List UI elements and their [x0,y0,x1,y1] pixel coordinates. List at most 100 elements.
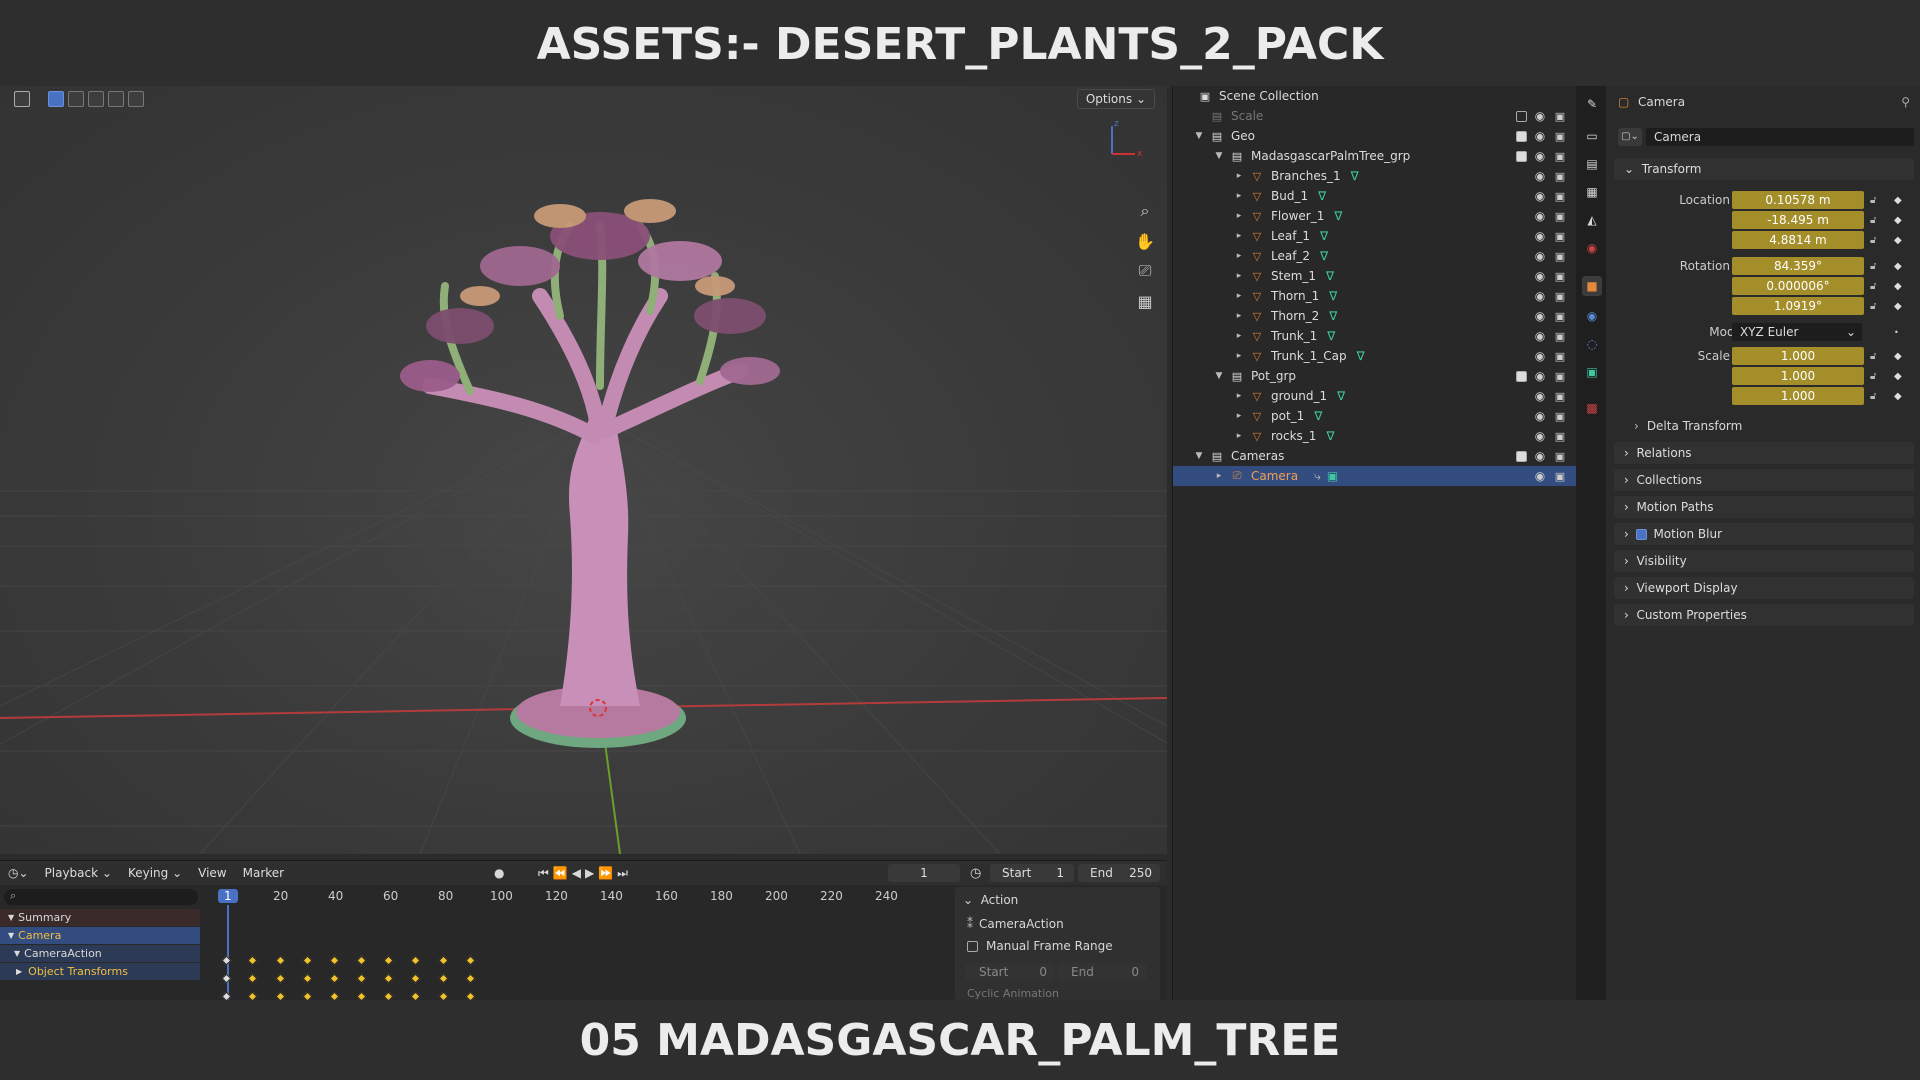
custom-properties-panel-header[interactable]: › Custom Properties [1614,604,1914,626]
expand-toggle-icon[interactable]: ▼ [1193,451,1205,461]
lock-icon[interactable]: 🔓︎ [1870,261,1876,272]
motion-paths-panel-header[interactable]: › Motion Paths [1614,496,1914,518]
mesh-data-icon[interactable]: ∇ [1351,169,1359,183]
outliner-row-camera[interactable]: ▸ ⎚ Camera ⤷ ▣ ◉ ▣ [1173,466,1577,486]
keyframe-diamond[interactable] [302,955,313,966]
mesh-data-icon[interactable]: ∇ [1326,269,1334,283]
keyframe-diamond-icon[interactable]: ◆ [1894,281,1902,292]
select-box-icon[interactable] [48,91,64,107]
render-camera-icon[interactable]: ▣ [1553,130,1567,143]
view-menu[interactable]: View [190,866,234,880]
visibility-panel-header[interactable]: › Visibility [1614,550,1914,572]
mesh-data-icon[interactable]: ∇ [1337,389,1345,403]
action-name-row[interactable]: ⁑ CameraAction [967,917,1064,931]
record-icon[interactable]: ● [494,866,504,880]
mesh-data-icon[interactable]: ∇ [1357,349,1365,363]
action-end-field[interactable]: End 0 [1057,963,1147,981]
render-camera-icon[interactable]: ▣ [1553,250,1567,263]
channel-search-input[interactable]: ⌕ [4,889,198,905]
select-intersect-icon[interactable] [128,91,144,107]
keyframe-diamond-icon[interactable]: ◆ [1894,351,1902,362]
keyframe-diamond-icon[interactable]: ◆ [1894,195,1902,206]
action-link-icon[interactable]: ⤷ [1314,469,1321,484]
object-data-tab-icon[interactable]: ▣ [1582,362,1602,382]
keyframe-diamond[interactable] [465,973,476,984]
mesh-data-icon[interactable]: ∇ [1326,429,1334,443]
outliner-row-scale[interactable]: ▤ Scale ◉ ▣ [1173,106,1577,126]
exclude-checkbox[interactable] [1516,370,1527,382]
outliner-row-mesh[interactable]: ▸ ▽ Thorn_1 ∇ ◉ ▣ [1173,286,1577,306]
outliner-row-mesh[interactable]: ▸ ▽ pot_1 ∇ ◉ ▣ [1173,406,1577,426]
eye-icon[interactable]: ◉ [1533,409,1547,423]
outliner-row-mesh[interactable]: ▸ ▽ Leaf_2 ∇ ◉ ▣ [1173,246,1577,266]
eye-icon[interactable]: ◉ [1533,289,1547,303]
render-camera-icon[interactable]: ▣ [1553,410,1567,423]
render-camera-icon[interactable]: ▣ [1553,150,1567,163]
mesh-data-icon[interactable]: ∇ [1334,209,1342,223]
camera-view-icon[interactable]: ⎚ [1132,258,1158,284]
keyframe-diamond[interactable] [356,973,367,984]
tool-tab-icon[interactable]: ✎ [1582,94,1602,114]
delta-transform-subpanel[interactable]: › Delta Transform [1606,416,1920,436]
keyframe-diamond[interactable] [247,955,258,966]
editor-type-icon[interactable]: ◷⌄ [0,866,37,880]
location-y-field[interactable]: -18.495 m [1732,211,1864,229]
object-type-dropdown[interactable]: ▢⌄ [1618,128,1642,146]
render-camera-icon[interactable]: ▣ [1553,310,1567,323]
render-camera-icon[interactable]: ▣ [1553,390,1567,403]
3d-viewport[interactable]: z x Options ⌄ ⌕ ✋ ⎚ ▦ [0,86,1167,854]
render-camera-icon[interactable]: ▣ [1553,190,1567,203]
eye-icon[interactable]: ◉ [1533,369,1547,383]
mesh-data-icon[interactable]: ∇ [1314,409,1322,423]
select-mode-icon[interactable] [14,91,30,107]
eye-icon[interactable]: ◉ [1533,209,1547,223]
keyframe-diamond[interactable] [275,973,286,984]
eye-icon[interactable]: ◉ [1533,149,1547,163]
channel-camera-action[interactable]: ▼ CameraAction [0,945,200,962]
scale-z-field[interactable]: 1.000 [1732,387,1864,405]
rotation-x-field[interactable]: 84.359° [1732,257,1864,275]
motion-blur-checkbox[interactable] [1636,528,1648,540]
mesh-data-icon[interactable]: ∇ [1329,289,1337,303]
texture-tab-icon[interactable]: ▩ [1582,398,1602,418]
keyframe-diamond[interactable] [383,955,394,966]
options-dropdown[interactable]: Options ⌄ [1076,89,1155,109]
outliner-row-mesh[interactable]: ▸ ▽ Trunk_1_Cap ∇ ◉ ▣ [1173,346,1577,366]
keyframe-diamond-icon[interactable]: ◆ [1894,215,1902,226]
keyframe-diamond-icon[interactable]: ◆ [1894,391,1902,402]
eye-icon[interactable]: ◉ [1533,449,1547,463]
mesh-data-icon[interactable]: ∇ [1327,329,1335,343]
exclude-checkbox[interactable] [1516,110,1527,122]
lock-icon[interactable]: 🔓︎ [1870,391,1876,402]
keyframe-diamond[interactable] [356,955,367,966]
eye-icon[interactable]: ◉ [1533,269,1547,283]
outliner-row-mesh[interactable]: ▸ ▽ rocks_1 ∇ ◉ ▣ [1173,426,1577,446]
keyframe-diamond[interactable] [465,955,476,966]
lock-icon[interactable]: 🔓︎ [1870,301,1876,312]
manual-frame-range-row[interactable]: Manual Frame Range [967,939,1113,953]
outliner-row-palmtree-grp[interactable]: ▼ ▤ MadasgascarPalmTree_grp ◉ ▣ [1173,146,1577,166]
outliner-row-pot-grp[interactable]: ▼ ▤ Pot_grp ◉ ▣ [1173,366,1577,386]
camera-data-icon[interactable]: ▣ [1327,469,1338,483]
render-camera-icon[interactable]: ▣ [1553,470,1567,483]
transform-panel-header[interactable]: ⌄ Transform [1614,158,1914,180]
object-name-field[interactable]: Camera [1646,128,1914,146]
modifier-tab-icon[interactable]: ◉ [1582,306,1602,326]
render-camera-icon[interactable]: ▣ [1553,330,1567,343]
lock-icon[interactable]: 🔓︎ [1870,281,1876,292]
action-panel-header[interactable]: ⌄ Action [963,893,1018,907]
rotation-mode-dropdown[interactable]: XYZ Euler ⌄ [1732,323,1862,341]
mesh-data-icon[interactable]: ∇ [1320,249,1328,263]
mesh-data-icon[interactable]: ∇ [1318,189,1326,203]
physics-tab-icon[interactable]: ◌ [1582,334,1602,354]
render-camera-icon[interactable]: ▣ [1553,230,1567,243]
keyframe-diamond[interactable] [275,955,286,966]
outliner-row-mesh[interactable]: ▸ ▽ Leaf_1 ∇ ◉ ▣ [1173,226,1577,246]
keyframe-diamond[interactable] [410,973,421,984]
keyframe-diamond-icon[interactable]: ◆ [1894,371,1902,382]
channel-object-transforms[interactable]: ▶ Object Transforms [0,963,200,980]
outliner-row-mesh[interactable]: ▸ ▽ Flower_1 ∇ ◉ ▣ [1173,206,1577,226]
lock-icon[interactable]: 🔓︎ [1870,195,1876,206]
render-camera-icon[interactable]: ▣ [1553,350,1567,363]
expand-toggle-icon[interactable]: ▼ [1213,371,1225,381]
